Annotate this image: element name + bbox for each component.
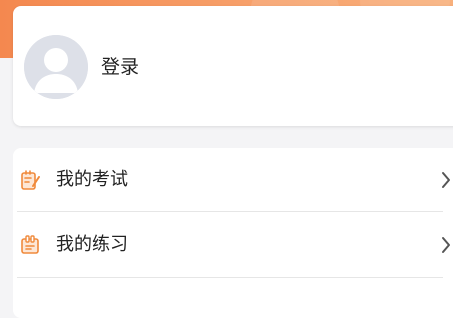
divider bbox=[17, 277, 443, 278]
login-link[interactable]: 登录 bbox=[101, 56, 139, 78]
menu-card: 我的考试 我的练习 bbox=[13, 148, 453, 318]
chevron-right-icon bbox=[442, 172, 450, 188]
avatar[interactable] bbox=[24, 35, 88, 99]
menu-item-label: 我的考试 bbox=[56, 169, 128, 190]
menu-item-my-exams[interactable]: 我的考试 bbox=[13, 148, 453, 212]
practice-clipboard-icon bbox=[21, 235, 39, 254]
menu-item-label: 我的练习 bbox=[56, 234, 128, 255]
default-avatar-icon bbox=[24, 35, 88, 99]
menu-item-my-practice[interactable]: 我的练习 bbox=[13, 213, 453, 277]
profile-card[interactable]: 登录 bbox=[13, 6, 453, 126]
divider bbox=[17, 211, 443, 212]
chevron-right-icon bbox=[442, 237, 450, 253]
exam-notepad-icon bbox=[21, 170, 40, 190]
